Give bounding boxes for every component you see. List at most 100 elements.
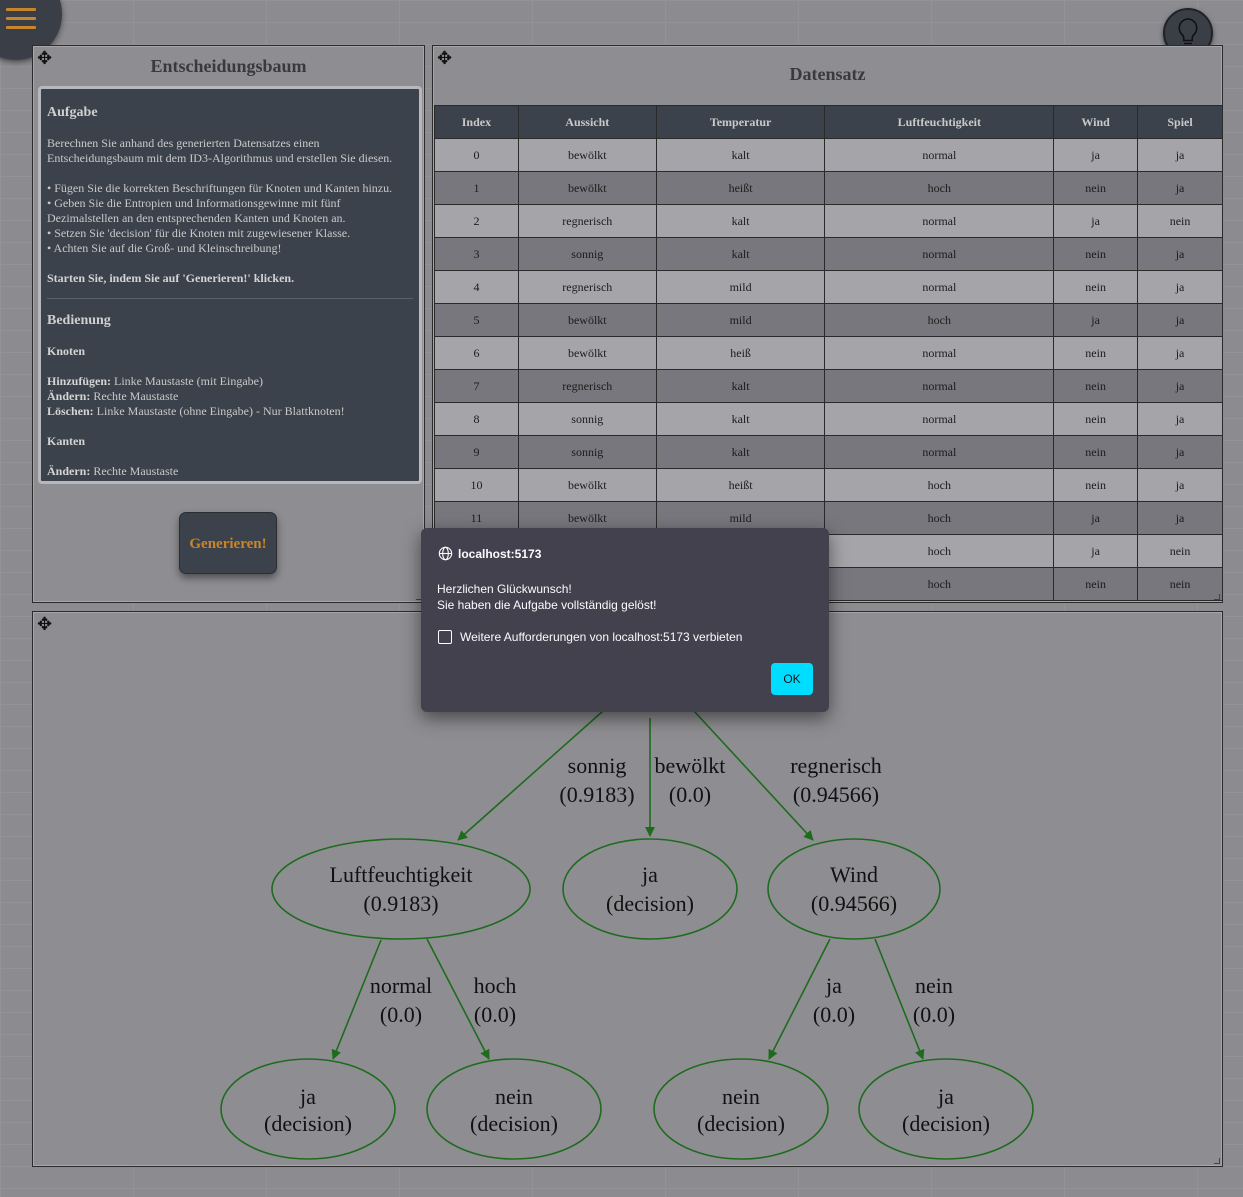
edges-heading: Kanten bbox=[47, 434, 86, 448]
nodes-heading: Knoten bbox=[47, 344, 86, 358]
suppress-checkbox-label[interactable]: Weitere Aufforderungen von localhost:517… bbox=[460, 630, 742, 644]
table-cell: ja bbox=[1137, 501, 1222, 535]
edge-label: regnerisch bbox=[790, 753, 882, 778]
generate-button[interactable]: Generieren! bbox=[179, 512, 277, 574]
table-row: 0 bewölkt kalt normal ja ja bbox=[434, 138, 1222, 172]
table-cell: bewölkt bbox=[517, 171, 657, 205]
edge-label: ja bbox=[825, 973, 842, 998]
edge-value: (0.94566) bbox=[793, 782, 879, 807]
tree-node[interactable] bbox=[858, 1058, 1034, 1160]
add-instruction: Hinzufügen: Linke Maustaste (mit Eingabe… bbox=[47, 374, 263, 388]
table-cell: normal bbox=[824, 237, 1055, 271]
table-cell: bewölkt bbox=[517, 138, 657, 172]
table-cell: hoch bbox=[824, 303, 1055, 337]
tree-edge[interactable] bbox=[768, 938, 831, 1060]
node-value: (0.9183) bbox=[363, 891, 438, 916]
tree-node[interactable] bbox=[271, 838, 531, 940]
table-cell: ja bbox=[1137, 402, 1222, 436]
edge-label: bewölkt bbox=[655, 753, 726, 778]
table-cell: kalt bbox=[655, 435, 826, 469]
table-cell: 1 bbox=[434, 171, 519, 205]
edge-label: nein bbox=[915, 973, 953, 998]
ok-button[interactable]: OK bbox=[771, 663, 813, 695]
table-row: 5 bewölkt mild hoch ja ja bbox=[434, 303, 1222, 337]
node-label: ja bbox=[937, 1084, 954, 1109]
table-cell: hoch bbox=[824, 171, 1055, 205]
table-cell: 7 bbox=[434, 369, 519, 403]
column-header: Spiel bbox=[1137, 105, 1222, 139]
table-cell: ja bbox=[1137, 270, 1222, 304]
table-cell: nein bbox=[1137, 567, 1222, 601]
table-cell: ja bbox=[1053, 534, 1139, 568]
tree-edge[interactable] bbox=[331, 939, 382, 1060]
table-row: 7 regnerisch kalt normal nein ja bbox=[434, 369, 1222, 403]
edge-value: (0.0) bbox=[669, 782, 711, 807]
tree-edge[interactable] bbox=[426, 938, 490, 1060]
table-cell: nein bbox=[1053, 336, 1139, 370]
table-cell: normal bbox=[824, 435, 1055, 469]
table-cell: ja bbox=[1053, 138, 1139, 172]
table-cell: 3 bbox=[434, 237, 519, 271]
table-cell: nein bbox=[1053, 435, 1139, 469]
instructions-box[interactable]: Aufgabe Berechnen Sie anhand des generie… bbox=[38, 86, 422, 484]
tree-node[interactable] bbox=[220, 1058, 396, 1160]
tree-node[interactable] bbox=[562, 838, 738, 940]
table-cell: hoch bbox=[824, 567, 1055, 601]
table-row: 6 bewölkt heiß normal nein ja bbox=[434, 336, 1222, 370]
suppress-checkbox[interactable] bbox=[438, 630, 452, 644]
table-cell: normal bbox=[824, 402, 1055, 436]
resize-handle[interactable] bbox=[1214, 594, 1220, 600]
edge-value: (0.0) bbox=[813, 1002, 855, 1027]
edge-label: hoch bbox=[474, 973, 517, 998]
table-cell: bewölkt bbox=[517, 336, 657, 370]
change-instruction: Ändern: Rechte Maustaste bbox=[47, 389, 179, 403]
suppress-checkbox-row[interactable]: Weitere Aufforderungen von localhost:517… bbox=[438, 630, 742, 644]
table-cell: 5 bbox=[434, 303, 519, 337]
dialog-origin-text: localhost:5173 bbox=[458, 546, 542, 561]
tree-edge[interactable] bbox=[874, 938, 925, 1060]
node-label: Luftfeuchtigkeit bbox=[330, 862, 473, 887]
table-cell: regnerisch bbox=[517, 369, 657, 403]
bullet: • Geben Sie die Entropien und Informatio… bbox=[47, 196, 346, 225]
table-cell: 10 bbox=[434, 468, 519, 502]
table-cell: sonnig bbox=[517, 435, 657, 469]
column-header: Aussicht bbox=[517, 105, 657, 139]
table-cell: 9 bbox=[434, 435, 519, 469]
table-cell: ja bbox=[1137, 435, 1222, 469]
table-cell: 4 bbox=[434, 270, 519, 304]
table-cell: ja bbox=[1137, 138, 1222, 172]
table-header-row: Index Aussicht Temperatur Luftfeuchtigkeit W… bbox=[434, 105, 1222, 139]
node-label: Wind bbox=[830, 862, 878, 887]
tree-node[interactable] bbox=[426, 1058, 602, 1160]
column-header: Index bbox=[434, 105, 519, 139]
table-cell: nein bbox=[1053, 171, 1139, 205]
hamburger-menu-icon bbox=[6, 8, 36, 35]
dialog-message: Herzlichen Glückwunsch! Sie haben die Au… bbox=[437, 581, 657, 613]
table-cell: mild bbox=[655, 303, 826, 337]
tree-node[interactable] bbox=[653, 1058, 829, 1160]
table-cell: bewölkt bbox=[517, 468, 657, 502]
table-cell: regnerisch bbox=[517, 204, 657, 238]
node-label: ja bbox=[299, 1084, 316, 1109]
table-cell: regnerisch bbox=[517, 270, 657, 304]
column-header: Temperatur bbox=[655, 105, 826, 139]
node-label: nein bbox=[722, 1084, 760, 1109]
table-cell: ja bbox=[1137, 171, 1222, 205]
node-value: (decision) bbox=[264, 1111, 352, 1136]
dialog-message-line: Sie haben die Aufgabe vollständig gelöst… bbox=[437, 598, 657, 612]
panel-title: Datensatz bbox=[789, 64, 866, 84]
table-row: 2 regnerisch kalt normal ja nein bbox=[434, 204, 1222, 238]
dataset-scroll[interactable]: ✥ Datensatz Index Aussicht Temperatur Luftf… bbox=[433, 46, 1222, 602]
start-text: Starten Sie, indem Sie auf 'Generieren!'… bbox=[47, 271, 295, 285]
tree-node[interactable] bbox=[767, 838, 941, 940]
resize-handle[interactable] bbox=[1214, 1158, 1220, 1164]
table-cell: heißt bbox=[655, 468, 826, 502]
table-row: 1 bewölkt heißt hoch nein ja bbox=[434, 171, 1222, 205]
edge-label: sonnig bbox=[568, 753, 627, 778]
node-value: (decision) bbox=[902, 1111, 990, 1136]
bullet: • Achten Sie auf die Groß- und Kleinschr… bbox=[47, 241, 282, 255]
table-cell: hoch bbox=[824, 534, 1055, 568]
edges-change-instruction: Ändern: Rechte Maustaste bbox=[47, 464, 179, 478]
table-cell: nein bbox=[1053, 468, 1139, 502]
table-cell: nein bbox=[1137, 534, 1222, 568]
